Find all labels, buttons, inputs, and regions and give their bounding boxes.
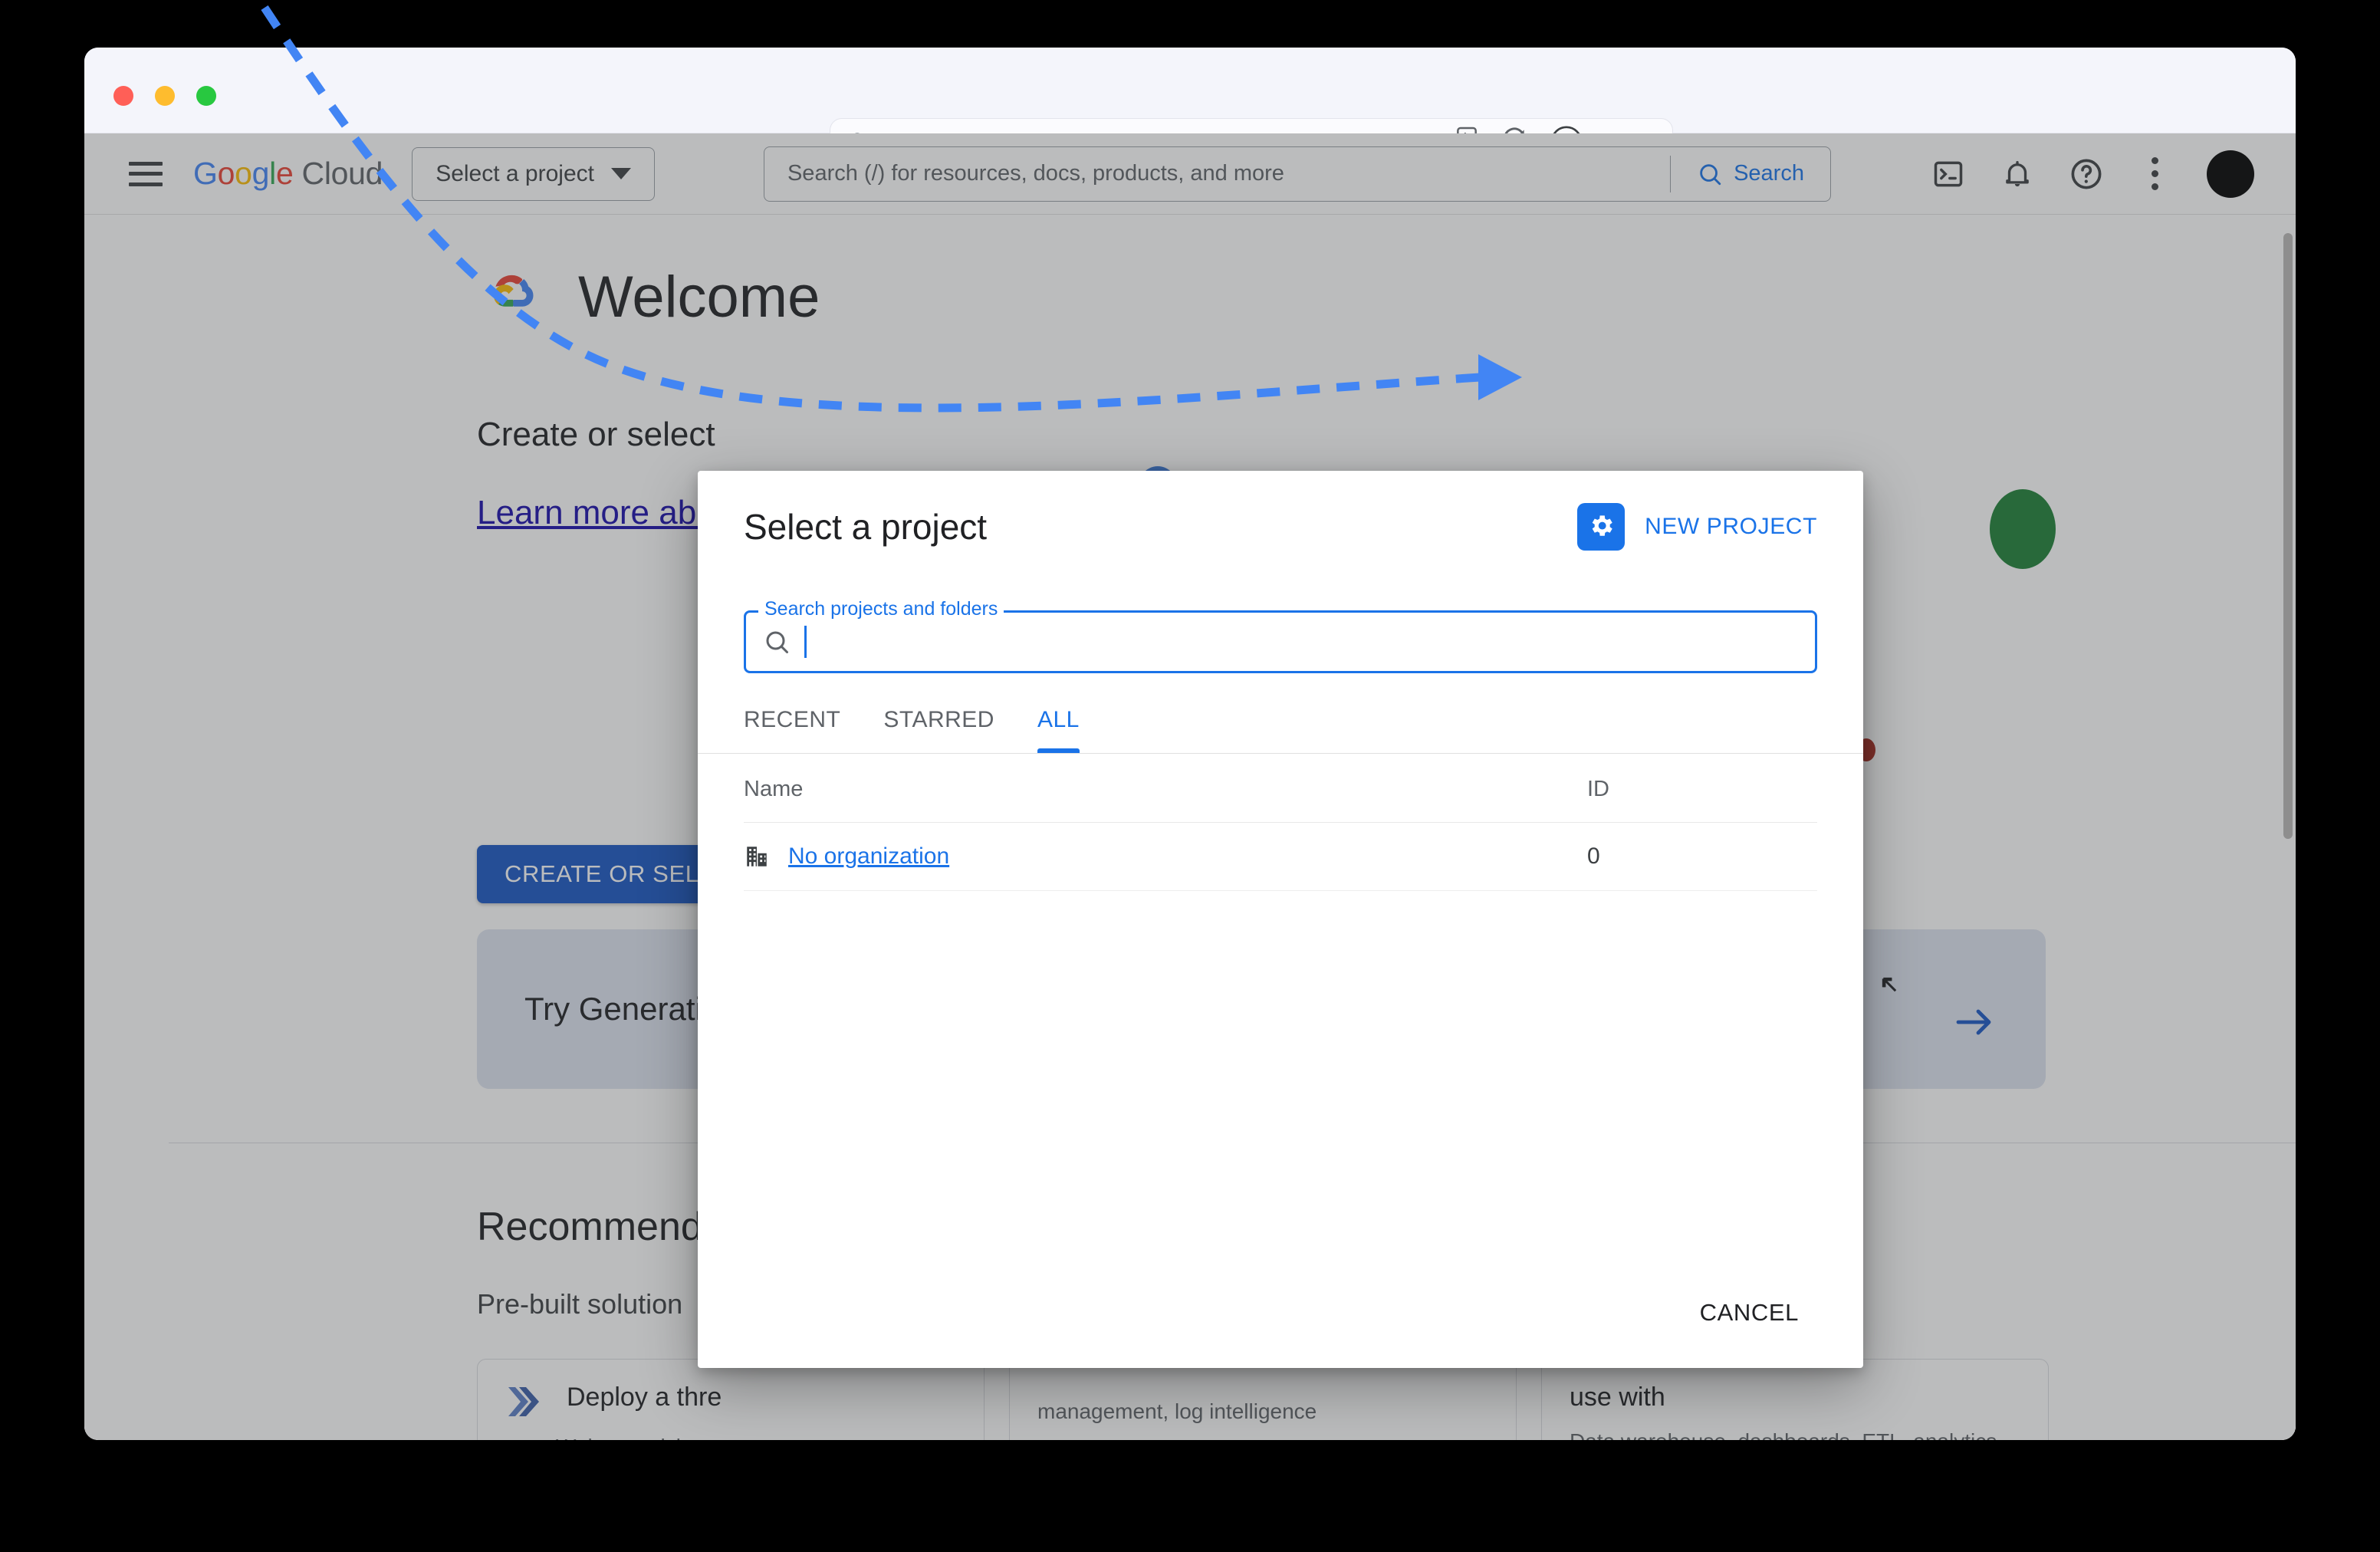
project-selector-button[interactable]: Select a project (412, 146, 655, 201)
logo-letter: G (193, 156, 218, 191)
scrollbar-thumb[interactable] (2283, 233, 2293, 839)
solution-card[interactable]: Deploy a thre Web app, rich m database-b… (477, 1359, 985, 1440)
minimize-window-button[interactable] (155, 86, 175, 106)
search-icon (766, 631, 788, 653)
project-search-field[interactable]: Search projects and folders (744, 598, 1817, 673)
solution-card-desc: Web app, rich m database-backed website (556, 1432, 956, 1440)
new-project-gear-icon (1577, 503, 1626, 551)
new-project-button[interactable]: NEW PROJECT (1577, 503, 1817, 551)
row-name-cell: No organization (744, 843, 1587, 870)
browser-titlebar: console.cloud.google.com/welcome/new?_ga… (84, 48, 2296, 166)
recommended-section-title: Recommende (477, 1205, 725, 1249)
browser-window: console.cloud.google.com/welcome/new?_ga… (84, 48, 2296, 1440)
solution-card[interactable]: use with Data warehouse, dashboards, ETL… (1541, 1359, 2049, 1440)
search-icon (1700, 163, 1721, 185)
project-search-label: Search projects and folders (758, 598, 1004, 620)
logo-letter: l (269, 156, 276, 191)
column-header-id: ID (1587, 777, 1609, 801)
recommended-section-subtitle: Pre-built solution (477, 1288, 683, 1320)
desc-line: Data warehouse, dashboards, ETL, analyti… (1570, 1426, 2020, 1440)
decorative-green-blob (1990, 489, 2056, 569)
global-search-input[interactable]: Search (/) for resources, docs, products… (764, 161, 1670, 186)
window-controls[interactable] (113, 86, 216, 106)
dialog-tabs[interactable]: RECENT STARRED ALL (744, 707, 1817, 753)
select-project-dialog: Select a project NEW PROJECT Search proj… (698, 471, 1863, 1368)
table-row[interactable]: No organization 0 (744, 823, 1817, 891)
logo-letter: o (235, 156, 252, 191)
chevron-down-icon (610, 168, 631, 179)
tab-all[interactable]: ALL (1016, 707, 1101, 753)
tab-starred[interactable]: STARRED (862, 707, 1016, 753)
organization-link[interactable]: No organization (788, 843, 949, 870)
nav-icon-group[interactable] (1931, 150, 2254, 198)
cloud-shell-icon[interactable] (1931, 156, 1966, 192)
hamburger-menu-icon[interactable] (129, 161, 163, 186)
page-viewport: Google Cloud Select a project Search (/)… (84, 133, 2296, 1440)
dialog-title: Select a project (744, 507, 988, 547)
desc-line: management, log intelligence (1037, 1399, 1317, 1423)
logo-letter: g (251, 156, 270, 191)
solution-card[interactable]: management, log intelligence (1009, 1359, 1517, 1440)
logo-cloud-word: Cloud (293, 156, 383, 191)
help-icon[interactable] (2069, 156, 2104, 192)
create-or-select-text: Create or select (477, 416, 715, 453)
project-selector-label: Select a project (436, 160, 594, 186)
page-title: Welcome (578, 265, 820, 330)
gcp-top-nav: Google Cloud Select a project Search (/)… (84, 133, 2296, 215)
row-id-cell: 0 (1587, 843, 1600, 869)
solution-cards: Deploy a thre Web app, rich m database-b… (477, 1359, 2049, 1440)
close-window-button[interactable] (113, 86, 133, 106)
more-options-icon[interactable] (2138, 157, 2173, 190)
google-cloud-logo: Google Cloud (193, 156, 383, 192)
solution-card-title: use with (1570, 1383, 1665, 1412)
cancel-button[interactable]: CANCEL (1683, 1287, 1816, 1339)
logo-letter: o (217, 156, 235, 191)
solution-card-desc: management, log intelligence (1037, 1396, 1488, 1428)
new-project-label: NEW PROJECT (1645, 514, 1817, 539)
desc-line: Web app, rich m (556, 1432, 956, 1440)
google-cloud-mark-icon (493, 275, 534, 307)
learn-more-link[interactable]: Learn more abou (477, 494, 734, 532)
maximize-window-button[interactable] (196, 86, 216, 106)
notifications-bell-icon[interactable] (2000, 156, 2035, 192)
solution-card-desc: Data warehouse, dashboards, ETL, analyti… (1570, 1426, 2020, 1440)
projects-table-header: Name ID (744, 754, 1817, 823)
deploy-arrows-icon (508, 1387, 539, 1416)
organization-building-icon (747, 847, 767, 866)
logo-letter: e (275, 156, 294, 191)
solution-card-title: Deploy a thre (567, 1383, 722, 1412)
external-link-icon (1882, 977, 1897, 992)
dialog-header: Select a project NEW PROJECT (744, 471, 1817, 551)
global-search-bar[interactable]: Search (/) for resources, docs, products… (763, 146, 1831, 202)
text-cursor (804, 626, 807, 658)
column-header-name: Name (744, 777, 804, 801)
global-search-button-label: Search (1734, 161, 1804, 186)
arrow-right-icon[interactable] (1952, 1003, 1998, 1041)
global-search-button[interactable]: Search (1671, 161, 1830, 187)
tab-recent[interactable]: RECENT (744, 707, 862, 753)
page-scrollbar[interactable] (2282, 219, 2294, 1440)
welcome-heading-row: Welcome (477, 264, 820, 330)
avatar[interactable] (2206, 150, 2254, 198)
